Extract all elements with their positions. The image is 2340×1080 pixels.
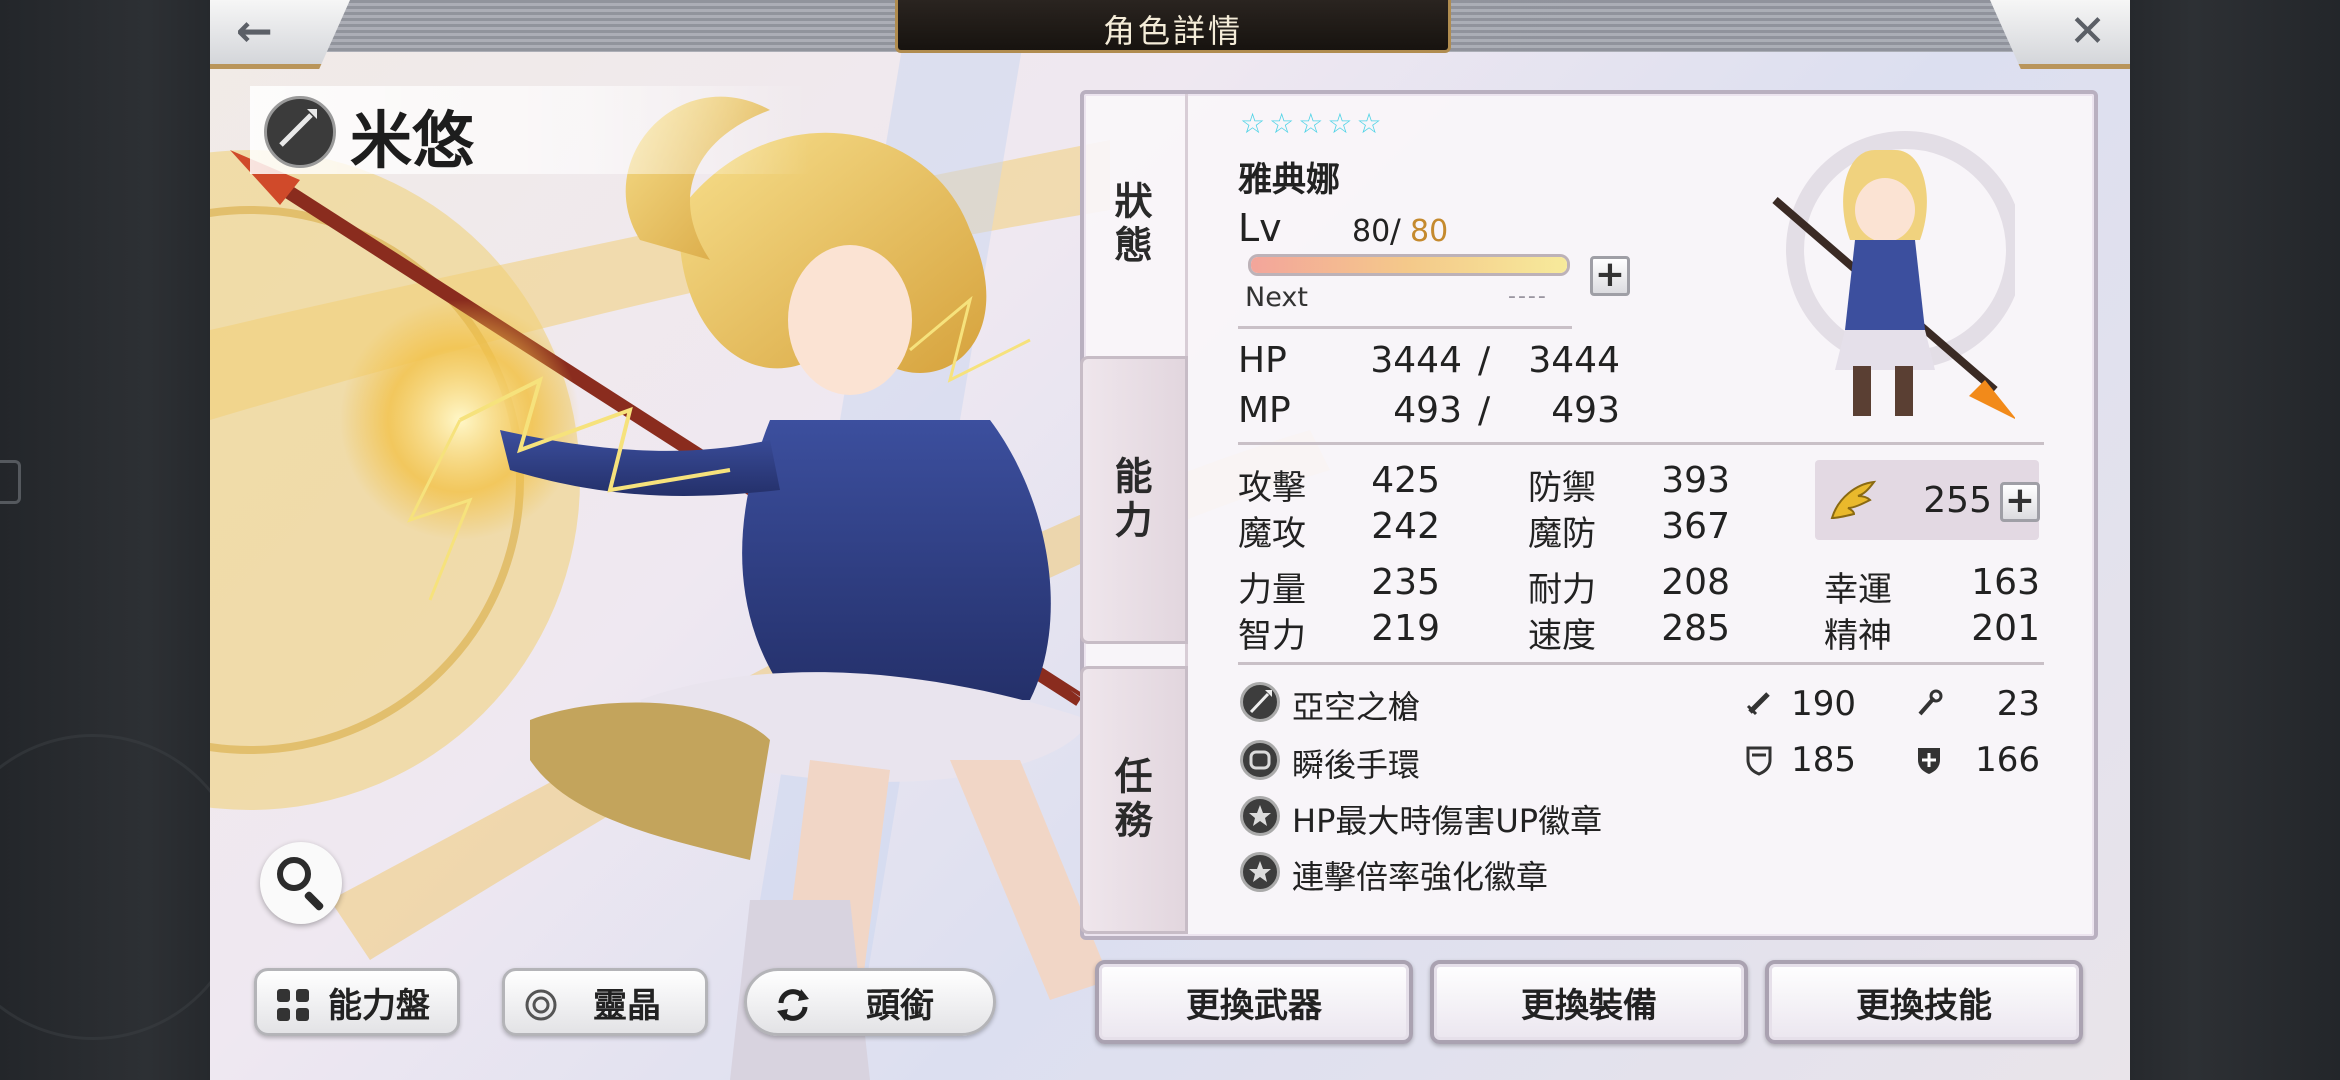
wing-icon xyxy=(1830,480,1877,520)
exp-bar xyxy=(1248,254,1570,276)
spd-label: 速度 xyxy=(1528,616,1596,656)
tab-quest-label: 任務 xyxy=(1108,756,1152,844)
character-header: 米悠 xyxy=(250,86,810,177)
spear-icon xyxy=(264,96,336,168)
next-label: Next xyxy=(1245,282,1308,313)
atk-value: 425 xyxy=(1371,460,1440,501)
equip-defense-value: 185 xyxy=(1791,740,1856,780)
int-label: 智力 xyxy=(1238,616,1306,656)
luk-value: 163 xyxy=(1971,562,2040,603)
panel-tabs: 狀態 能力 任務 xyxy=(1080,94,1190,934)
shield-icon xyxy=(1746,746,1772,776)
luk-label: 幸運 xyxy=(1824,570,1892,610)
spi-value: 201 xyxy=(1971,608,2040,649)
arrow-left-icon: ← xyxy=(236,6,273,57)
hp-separator: / xyxy=(1478,340,1491,381)
str-value: 235 xyxy=(1371,562,1440,603)
title-plate: 角色詳情 xyxy=(895,0,1451,53)
vit-label: 耐力 xyxy=(1528,570,1596,610)
points-value: 255 xyxy=(1923,480,1992,521)
badge-icon xyxy=(1240,852,1280,892)
game-screen: 角色詳情 ← ✕ 米悠 能力盤 靈晶 頭銜 狀態 能力 任務 ☆ ☆ ☆ ☆ ☆… xyxy=(210,0,2130,1080)
crystal-button[interactable]: 靈晶 xyxy=(502,968,708,1036)
star-icon: ☆ xyxy=(1356,107,1382,140)
add-points-button[interactable]: + xyxy=(2000,482,2040,522)
badge-icon xyxy=(1240,796,1280,836)
equipment-accessory[interactable]: 瞬後手環 xyxy=(1292,740,1420,786)
hp-max: 3444 xyxy=(1528,340,1620,381)
level-separator: / xyxy=(1390,212,1401,250)
tab-status-label: 狀態 xyxy=(1108,181,1152,269)
unit-name: 雅典娜 xyxy=(1238,160,1340,200)
ability-board-button[interactable]: 能力盤 xyxy=(254,968,460,1036)
change-equipment-button[interactable]: 更換裝備 xyxy=(1430,960,1748,1044)
crystal-icon xyxy=(525,989,557,1021)
bracelet-icon xyxy=(1240,740,1280,780)
exp-bar-fill xyxy=(1251,257,1567,273)
matk-label: 魔攻 xyxy=(1238,514,1306,554)
tab-ability[interactable]: 能力 xyxy=(1080,356,1188,644)
refresh-icon xyxy=(777,989,809,1021)
star-icon: ☆ xyxy=(1327,107,1353,140)
equipment-weapon[interactable]: 亞空之槍 xyxy=(1292,682,1420,728)
star-icon: ☆ xyxy=(1298,107,1324,140)
def-label: 防禦 xyxy=(1528,468,1596,508)
equipment-badge-1[interactable]: HP最大時傷害UP徽章 xyxy=(1292,796,1602,842)
next-value: ---- xyxy=(1508,284,1548,309)
spd-value: 285 xyxy=(1661,608,1730,649)
crystal-label: 靈晶 xyxy=(593,985,661,1026)
chibi-figure xyxy=(1772,131,2015,419)
equipment-badge-2[interactable]: 連擊倍率強化徽章 xyxy=(1292,852,1548,898)
page-title: 角色詳情 xyxy=(1102,12,1243,50)
int-value: 219 xyxy=(1371,608,1440,649)
level-label: Lv xyxy=(1238,206,1282,250)
level-up-button[interactable]: + xyxy=(1590,256,1630,296)
tab-status[interactable]: 狀態 xyxy=(1080,94,1188,356)
search-icon xyxy=(277,857,311,891)
grid-icon xyxy=(277,989,309,1021)
ability-board-label: 能力盤 xyxy=(328,985,430,1026)
rarity-stars: ☆ ☆ ☆ ☆ ☆ xyxy=(1240,110,1382,138)
level-current: 80 xyxy=(1352,214,1391,249)
matk-value: 242 xyxy=(1371,506,1440,547)
title-label: 頭銜 xyxy=(866,985,934,1026)
spi-label: 精神 xyxy=(1824,616,1892,656)
spear-icon xyxy=(1240,682,1280,722)
magic-shield-icon xyxy=(1918,748,1940,774)
divider xyxy=(1238,326,1572,329)
mdef-value: 367 xyxy=(1661,506,1730,547)
close-icon: ✕ xyxy=(2069,6,2106,57)
tab-quest[interactable]: 任務 xyxy=(1080,666,1188,934)
vit-value: 208 xyxy=(1661,562,1730,603)
level-max: 80 xyxy=(1410,214,1449,249)
atk-label: 攻擊 xyxy=(1238,468,1306,508)
def-value: 393 xyxy=(1661,460,1730,501)
equip-mdefense-value: 166 xyxy=(1975,740,2040,780)
mp-max: 493 xyxy=(1551,390,1620,431)
tab-ability-label: 能力 xyxy=(1108,456,1152,544)
change-weapon-button[interactable]: 更換武器 xyxy=(1095,960,1413,1044)
str-label: 力量 xyxy=(1238,570,1306,610)
divider xyxy=(1238,662,2044,665)
mdef-label: 魔防 xyxy=(1528,514,1596,554)
star-icon: ☆ xyxy=(1240,107,1266,140)
hp-label: HP xyxy=(1238,340,1287,381)
equip-attack-value: 190 xyxy=(1791,684,1856,724)
mp-label: MP xyxy=(1238,390,1291,431)
sword-icon xyxy=(1746,692,1770,716)
mp-current: 493 xyxy=(1393,390,1462,431)
divider xyxy=(1238,442,2044,445)
zoom-button[interactable] xyxy=(260,842,342,924)
bezel-tab xyxy=(0,460,21,504)
mp-separator: / xyxy=(1478,390,1491,431)
equip-magic-value: 23 xyxy=(1996,684,2040,724)
title-button[interactable]: 頭銜 xyxy=(744,968,996,1036)
right-bezel xyxy=(2130,0,2340,1080)
staff-icon xyxy=(1918,689,1943,716)
change-skill-button[interactable]: 更換技能 xyxy=(1765,960,2083,1044)
left-bezel xyxy=(0,0,246,1080)
character-name: 米悠 xyxy=(350,104,475,177)
star-icon: ☆ xyxy=(1269,107,1295,140)
hp-current: 3444 xyxy=(1370,340,1462,381)
